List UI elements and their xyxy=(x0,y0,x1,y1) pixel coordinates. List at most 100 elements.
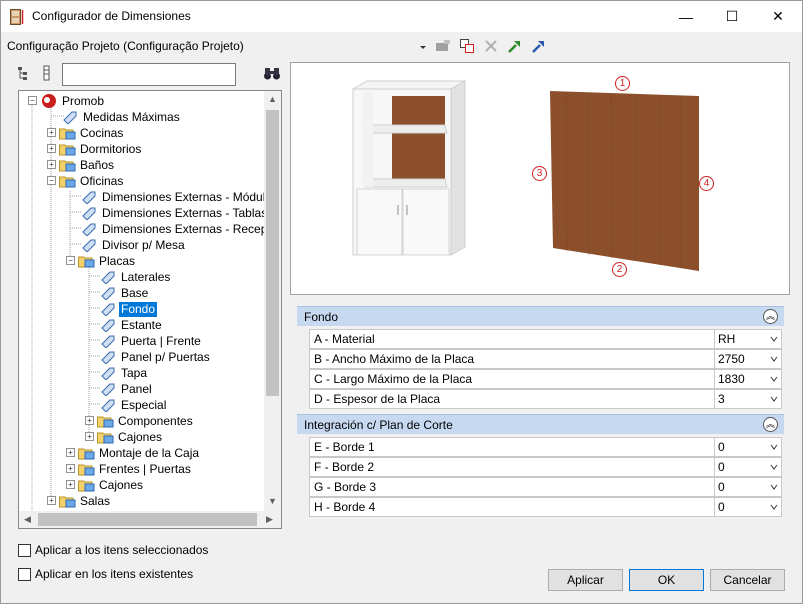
property-value-select[interactable]: 1830 xyxy=(715,369,782,389)
chevron-down-icon xyxy=(770,356,778,362)
group-header-integracion[interactable]: Integración c/ Plan de Corte ︽ xyxy=(297,414,784,434)
property-value-select[interactable]: 0 xyxy=(715,457,782,477)
expand-toggle-icon[interactable]: + xyxy=(66,464,75,473)
property-row: A - Material RH xyxy=(309,329,782,349)
export-icon[interactable] xyxy=(531,38,547,54)
minimize-button[interactable]: — xyxy=(663,1,709,32)
tree-item-dormitorios[interactable]: Dormitorios xyxy=(59,141,143,157)
tree-item-cajones[interactable]: Cajones xyxy=(78,477,145,493)
property-value-select[interactable]: 0 xyxy=(715,477,782,497)
expand-toggle-icon[interactable]: + xyxy=(47,160,56,169)
tree-item-promob[interactable]: Promob xyxy=(41,93,106,109)
ok-button[interactable]: OK xyxy=(629,569,704,591)
configuration-label: Configuração Projeto (Configuração Proje… xyxy=(7,39,244,53)
scroll-up-icon[interactable]: ▲ xyxy=(268,94,277,104)
maximize-button[interactable]: ☐ xyxy=(709,1,755,32)
property-value-select[interactable]: RH xyxy=(715,329,782,349)
tag-icon xyxy=(101,303,115,316)
expand-toggle-icon[interactable]: + xyxy=(66,448,75,457)
tree-item-tapa[interactable]: Tapa xyxy=(100,365,149,381)
collapse-toggle-icon[interactable]: − xyxy=(28,96,37,105)
property-row: H - Borde 4 0 xyxy=(309,497,782,517)
expand-toggle-icon[interactable]: + xyxy=(47,144,56,153)
expand-tree-icon[interactable] xyxy=(17,65,33,81)
tag-icon xyxy=(63,111,77,124)
property-value-select[interactable]: 2750 xyxy=(715,349,782,369)
copy-config-icon[interactable] xyxy=(459,38,475,54)
save-config-icon[interactable] xyxy=(435,38,451,54)
group-header-fondo[interactable]: Fondo ︽ xyxy=(297,306,784,326)
tag-icon xyxy=(101,271,115,284)
tree-item-componentes[interactable]: Componentes xyxy=(97,413,195,429)
tree-item-cocinas[interactable]: Cocinas xyxy=(59,125,125,141)
folder-icon xyxy=(97,416,114,427)
expand-toggle-icon[interactable]: + xyxy=(47,496,56,505)
expand-toggle-icon[interactable]: + xyxy=(85,416,94,425)
scroll-down-icon[interactable]: ▼ xyxy=(268,496,277,506)
tree-item-oficinas[interactable]: Oficinas xyxy=(59,173,125,189)
property-name: G - Borde 3 xyxy=(309,477,715,497)
edge-marker-4: 4 xyxy=(699,176,714,191)
apply-selected-label[interactable]: Aplicar a los itens seleccionados xyxy=(35,543,208,557)
property-name: E - Borde 1 xyxy=(309,437,715,457)
search-input[interactable] xyxy=(62,63,236,86)
close-button[interactable]: ✕ xyxy=(755,1,801,32)
tree-item-frentes-puertas[interactable]: Frentes | Puertas xyxy=(78,461,193,477)
tree-item-dim-ext-modulos[interactable]: Dimensiones Externas - Módulos xyxy=(81,189,265,205)
tree-item-cajones-oficinas[interactable]: Cajones xyxy=(97,429,164,445)
tree-item-banos[interactable]: Baños xyxy=(59,157,116,173)
collapse-toggle-icon[interactable]: − xyxy=(66,256,75,265)
tree-item-montaje-caja[interactable]: Montaje de la Caja xyxy=(78,445,201,461)
tree-vertical-scrollbar[interactable]: ▲ ▼ xyxy=(264,91,281,511)
tag-icon xyxy=(82,191,96,204)
dropdown-arrow-icon[interactable] xyxy=(419,43,427,51)
cancel-button[interactable]: Cancelar xyxy=(710,569,785,591)
tree-item-base[interactable]: Base xyxy=(100,285,150,301)
tree-item-fondo[interactable]: Fondo xyxy=(100,301,158,317)
tree-item-panel[interactable]: Panel xyxy=(100,381,154,397)
chevron-down-icon xyxy=(770,444,778,450)
scrollbar-thumb[interactable] xyxy=(266,110,279,396)
import-icon[interactable] xyxy=(507,38,523,54)
apply-button[interactable]: Aplicar xyxy=(548,569,623,591)
apply-existing-checkbox[interactable] xyxy=(18,568,31,581)
expand-toggle-icon[interactable]: + xyxy=(85,432,94,441)
tree-item-salas[interactable]: Salas xyxy=(59,493,112,509)
tree-item-estante[interactable]: Estante xyxy=(100,317,164,333)
chevron-down-icon xyxy=(770,484,778,490)
property-value-select[interactable]: 0 xyxy=(715,497,782,517)
tree-item-divisor-mesa[interactable]: Divisor p/ Mesa xyxy=(81,237,187,253)
tag-icon xyxy=(101,319,115,332)
tree-item-laterales[interactable]: Laterales xyxy=(100,269,172,285)
dialog-window: Configurador de Dimensiones — ☐ ✕ Config… xyxy=(0,0,803,604)
tree-item-medidas-maximas[interactable]: Medidas Máximas xyxy=(62,109,182,125)
search-icon[interactable] xyxy=(263,66,281,82)
tag-icon xyxy=(101,383,115,396)
delete-icon[interactable] xyxy=(483,38,499,54)
tree-item-dim-ext-recepcion[interactable]: Dimensiones Externas - Recepción xyxy=(81,221,265,237)
property-name: F - Borde 2 xyxy=(309,457,715,477)
collapse-toggle-icon[interactable]: − xyxy=(47,176,56,185)
tree-item-panel-puertas[interactable]: Panel p/ Puertas xyxy=(100,349,212,365)
scroll-left-icon[interactable]: ◀ xyxy=(24,514,31,525)
apply-selected-checkbox[interactable] xyxy=(18,544,31,557)
property-value-select[interactable]: 0 xyxy=(715,437,782,457)
tree-item-puerta-frente[interactable]: Puerta | Frente xyxy=(100,333,203,349)
tree-item-especial[interactable]: Especial xyxy=(100,397,168,413)
tree-item-placas[interactable]: Placas xyxy=(78,253,137,269)
expand-toggle-icon[interactable]: + xyxy=(66,480,75,489)
scroll-right-icon[interactable]: ▶ xyxy=(266,514,273,525)
tree-horizontal-scrollbar[interactable]: ◀ ▶ xyxy=(19,511,281,528)
property-value-select[interactable]: 3 xyxy=(715,389,782,409)
expand-toggle-icon[interactable]: + xyxy=(47,128,56,137)
category-tree[interactable]: − Promob Medidas Máximas + Cocinas + Dor… xyxy=(18,90,282,529)
scrollbar-thumb[interactable] xyxy=(38,513,257,526)
folder-icon xyxy=(78,448,95,459)
collapse-group-icon[interactable]: ︽ xyxy=(763,309,778,324)
collapse-tree-icon[interactable] xyxy=(39,65,55,81)
tag-icon xyxy=(101,335,115,348)
folder-icon xyxy=(59,160,76,171)
apply-existing-label[interactable]: Aplicar en los itens existentes xyxy=(35,567,193,581)
collapse-group-icon[interactable]: ︽ xyxy=(763,417,778,432)
tree-item-dim-ext-tablas[interactable]: Dimensiones Externas - Tablas xyxy=(81,205,265,221)
